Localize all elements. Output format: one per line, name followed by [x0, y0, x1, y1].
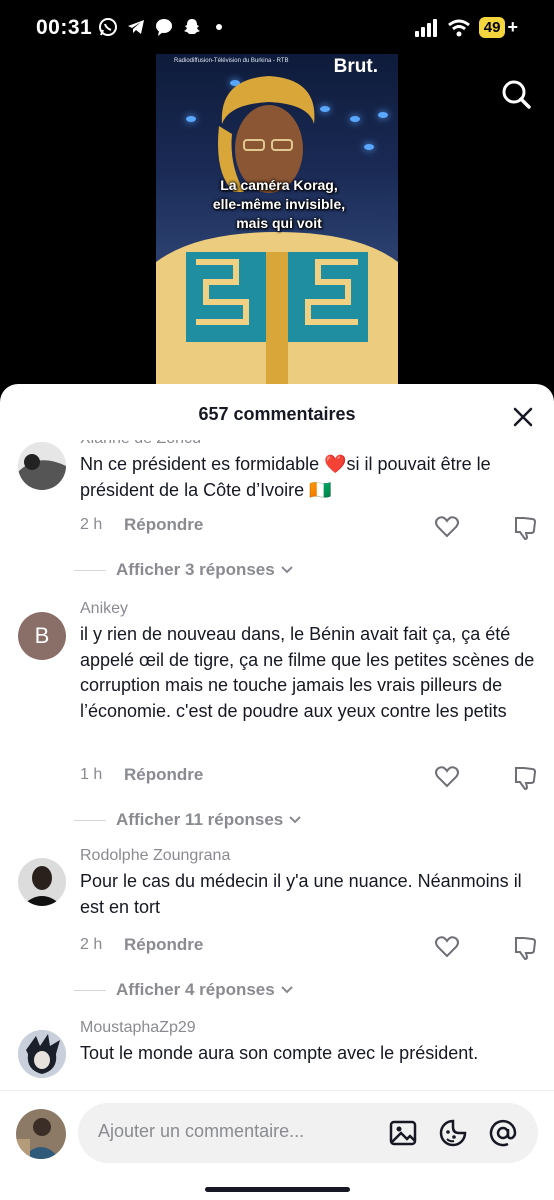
status-bar: 00:31 49 + [0, 0, 554, 56]
comment-input-bar: Ajouter un commentaire... [0, 1090, 554, 1200]
comments-sheet: 657 commentaires Xianne de Zoncu Nn ce p… [0, 384, 554, 1200]
comment-username[interactable]: Rodolphe Zoungrana [80, 847, 230, 865]
comment-text: Nn ce président es formidable ❤️si il po… [80, 454, 491, 500]
avatar[interactable] [18, 442, 66, 490]
snapchat-icon [184, 19, 200, 34]
view-replies-button[interactable]: Afficher 3 réponses [74, 560, 295, 580]
image-icon[interactable] [388, 1118, 418, 1148]
wifi-icon [447, 19, 470, 36]
comment-username[interactable]: Xianne de Zoncu [80, 440, 201, 448]
subtitle-line: elle-même invisible, [212, 196, 346, 212]
brut-logo: Brut. [333, 56, 378, 77]
subtitle-line: La caméra Korag, [220, 177, 338, 193]
avatar[interactable] [18, 1030, 66, 1078]
comments-count-title: 657 commentaires [198, 404, 356, 424]
heart-icon[interactable] [434, 764, 460, 790]
search-icon[interactable] [500, 78, 532, 110]
view-replies-button[interactable]: Afficher 11 réponses [74, 810, 303, 830]
replies-divider [74, 569, 106, 571]
telegram-icon [128, 20, 144, 34]
more-notifications-dot [216, 24, 222, 30]
chevron-down-icon [281, 986, 293, 994]
replies-divider [74, 989, 106, 991]
whatsapp-icon [99, 18, 117, 36]
comment-username[interactable]: MoustaphaZp29 [80, 1019, 196, 1037]
chevron-down-icon [281, 566, 293, 574]
comments-header: 657 commentaires [0, 384, 554, 440]
notification-icons [98, 17, 222, 37]
replies-divider [74, 819, 106, 821]
dislike-icon[interactable] [512, 764, 538, 790]
reply-button[interactable]: Répondre [124, 515, 203, 535]
comment-time: 2 h [80, 936, 103, 953]
dislike-icon[interactable] [512, 514, 538, 540]
emoji-icon[interactable] [438, 1118, 468, 1148]
heart-icon[interactable] [434, 934, 460, 960]
system-status: 49 + [414, 17, 518, 38]
chevron-down-icon [289, 816, 301, 824]
close-icon[interactable] [512, 406, 534, 428]
avatar[interactable] [18, 858, 66, 906]
comment-text: Pour le cas du médecin il y'a une nuance… [80, 871, 522, 917]
heart-icon[interactable] [434, 514, 460, 540]
view-replies-label: Afficher 11 réponses [116, 810, 284, 829]
video-subtitle: La caméra Korag, elle-même invisible, ma… [194, 176, 364, 233]
video-player[interactable]: Radiodiffusion-Télévision du Burkina - R… [156, 54, 398, 384]
comment-time: 1 h [80, 766, 103, 783]
signal-icon [414, 18, 437, 37]
comment-time: 2 h [80, 516, 103, 533]
view-replies-label: Afficher 4 réponses [116, 980, 275, 999]
dislike-icon[interactable] [512, 934, 538, 960]
comment-list[interactable]: Xianne de Zoncu Nn ce président es formi… [0, 440, 554, 1090]
comment-username[interactable]: Anikey [80, 600, 128, 618]
subtitle-line: mais qui voit [236, 215, 322, 231]
comment-text: il y rien de nouveau dans, le Bénin avai… [80, 624, 535, 721]
status-time: 00:31 [36, 16, 93, 39]
view-replies-label: Afficher 3 réponses [116, 560, 275, 579]
avatar[interactable] [16, 1109, 66, 1159]
mention-icon[interactable] [488, 1118, 518, 1148]
avatar[interactable]: B [18, 612, 66, 660]
reply-button[interactable]: Répondre [124, 765, 203, 785]
comment-text: Tout le monde aura son compte avec le pr… [80, 1043, 479, 1063]
battery-level: 49 [478, 17, 506, 38]
comment-input-placeholder: Ajouter un commentaire... [98, 1121, 305, 1141]
messenger-icon [156, 19, 172, 36]
charging-indicator: + [507, 17, 518, 37]
presenter-outfit [156, 232, 398, 384]
video-source-label: Radiodiffusion-Télévision du Burkina - R… [174, 58, 289, 64]
view-replies-button[interactable]: Afficher 4 réponses [74, 980, 295, 1000]
home-indicator[interactable] [205, 1187, 350, 1192]
comment-input[interactable]: Ajouter un commentaire... [78, 1103, 538, 1163]
reply-button[interactable]: Répondre [124, 935, 203, 955]
